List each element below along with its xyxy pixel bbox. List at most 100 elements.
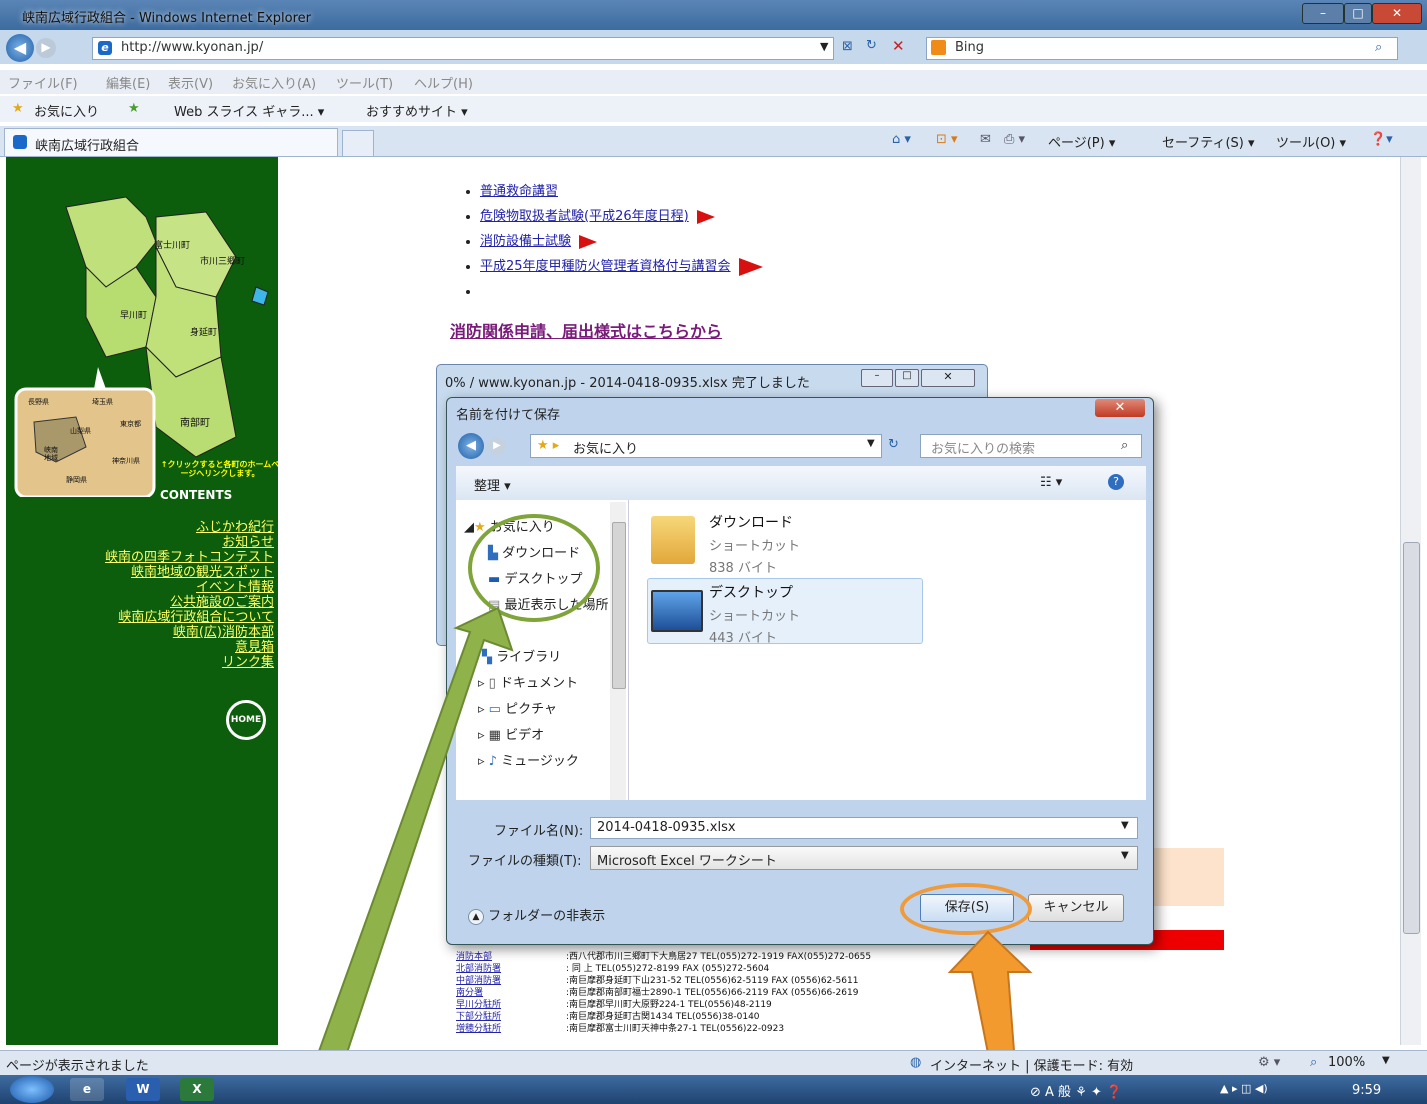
fire-forms-link[interactable]: 消防関係申請、届出様式はこちらから	[450, 318, 722, 342]
print-icon[interactable]: ⎙ ▾	[1004, 132, 1025, 147]
protected-mode-icon[interactable]: ⚙ ▾	[1258, 1055, 1280, 1070]
office-name[interactable]: 中部消防署	[456, 976, 566, 987]
maximize-button[interactable]: □	[1344, 3, 1372, 24]
menu-edit[interactable]: 編集(E)	[106, 73, 150, 92]
tray-icons[interactable]: ⊘ A 般 ⚘ ✦ ❓	[1030, 1081, 1122, 1100]
ime-indicator[interactable]: A 般	[1045, 1085, 1071, 1100]
path-dropdown-icon[interactable]: ▼	[867, 438, 875, 449]
dialog-refresh-icon[interactable]: ↻	[888, 437, 899, 452]
cancel-button[interactable]: キャンセル	[1028, 894, 1124, 922]
search-icon[interactable]: ⌕	[1375, 40, 1382, 55]
fav-suggested-sites[interactable]: おすすめサイト ▾	[366, 101, 468, 120]
scrollbar-thumb[interactable]	[1403, 542, 1420, 934]
sidebar-link-facilities[interactable]: 公共施設のご案内	[6, 595, 274, 610]
nav-libraries[interactable]: ▚ ライブラリ	[482, 646, 561, 665]
new-tab-button[interactable]	[342, 130, 374, 156]
filename-input[interactable]: 2014-0418-0935.xlsx ▼	[590, 817, 1138, 839]
link-fire-manager-course[interactable]: 平成25年度甲種防火管理者資格付与講習会	[480, 259, 731, 274]
search-box[interactable]: Bing ⌕	[926, 37, 1398, 60]
sidebar-link-about[interactable]: 峡南広域行政組合について	[6, 610, 274, 625]
home-button[interactable]: HOME	[226, 700, 266, 740]
window-title: 峡南広域行政組合 - Windows Internet Explorer	[22, 11, 311, 26]
mail-icon[interactable]: ✉	[980, 132, 991, 147]
search-icon[interactable]: ⌕	[1121, 438, 1128, 453]
office-name[interactable]: 北部消防署	[456, 964, 566, 975]
dialog-close-button[interactable]: ✕	[1095, 399, 1145, 417]
file-item-downloads[interactable]: ダウンロード ショートカット 838 バイト	[709, 512, 800, 576]
back-button[interactable]: ◀	[6, 34, 34, 62]
tools-menu[interactable]: ツール(O) ▾	[1276, 132, 1346, 151]
zone-text[interactable]: インターネット | 保護モード: 有効	[930, 1055, 1133, 1074]
address-dropdown-icon[interactable]: ▼	[820, 40, 828, 53]
sidebar-link-opinion-box[interactable]: 意見箱	[6, 640, 274, 655]
favorites-button[interactable]: お気に入り	[34, 101, 99, 120]
office-name[interactable]: 早川分駐所	[456, 1000, 566, 1011]
sidebar-link-news[interactable]: お知らせ	[6, 535, 274, 550]
link-cpr-course[interactable]: 普通救命講習	[480, 184, 558, 199]
zoom-dropdown-icon[interactable]: ▼	[1382, 1055, 1390, 1066]
compat-view-icon[interactable]: ⊠	[842, 39, 853, 54]
address-bar[interactable]: e http://www.kyonan.jp/	[92, 37, 834, 60]
office-name[interactable]: 消防本部	[456, 952, 566, 963]
stop-icon[interactable]: ✕	[892, 37, 905, 55]
list-item: 普通救命講習	[480, 180, 763, 199]
refresh-icon[interactable]: ↻	[866, 38, 877, 53]
zoom-level[interactable]: 100%	[1328, 1055, 1365, 1070]
sidebar-link-photo-contest[interactable]: 峡南の四季フォトコンテスト	[6, 550, 274, 565]
nav-pane-scroll-thumb[interactable]	[612, 522, 626, 689]
nav-videos[interactable]: ▹ ▦ ビデオ	[478, 724, 544, 743]
file-item-desktop[interactable]: デスクトップ ショートカット 443 バイト	[709, 582, 800, 646]
start-button[interactable]	[10, 1076, 54, 1103]
sidebar-link-fujikawa-kiko[interactable]: ふじかわ紀行	[6, 520, 274, 535]
add-favorite-icon[interactable]: ★	[128, 101, 140, 116]
dialog-path-bar[interactable]: ★ ▸ お気に入り ▼	[530, 434, 882, 458]
tray-more-icon[interactable]: ▲ ▸ ◫ ◀)	[1220, 1082, 1268, 1095]
menu-tools[interactable]: ツール(T)	[336, 73, 393, 92]
download-maximize-button[interactable]: □	[895, 369, 919, 387]
office-name[interactable]: 増穂分駐所	[456, 1024, 566, 1035]
taskbar-clock[interactable]: 9:59	[1352, 1083, 1381, 1098]
dialog-search-input[interactable]: お気に入りの検索 ⌕	[920, 434, 1142, 458]
download-close-button[interactable]: ✕	[921, 369, 975, 387]
link-hazmat-exam[interactable]: 危険物取扱者試験(平成26年度日程)	[480, 209, 689, 224]
nav-music[interactable]: ▹ ♪ ミュージック	[478, 750, 579, 769]
safety-menu[interactable]: セーフティ(S) ▾	[1162, 132, 1255, 151]
sidebar-link-tourist-spots[interactable]: 峡南地域の観光スポット	[6, 565, 274, 580]
download-minimize-button[interactable]: –	[861, 369, 893, 387]
nav-pane-scrollbar[interactable]	[610, 502, 626, 800]
fav-web-slice[interactable]: Web スライス ギャラ... ▾	[174, 101, 324, 120]
feeds-icon[interactable]: ⊡ ▾	[936, 132, 958, 147]
minimize-button[interactable]: –	[1302, 3, 1344, 24]
filetype-dropdown-icon[interactable]: ▼	[1121, 850, 1129, 861]
help-icon[interactable]: ?	[1108, 474, 1124, 490]
menu-view[interactable]: 表示(V)	[168, 73, 213, 92]
dialog-back-button[interactable]: ◀	[458, 433, 484, 459]
nav-pictures[interactable]: ▹ ▭ ピクチャ	[478, 698, 557, 717]
close-button[interactable]: ✕	[1372, 3, 1422, 24]
home-icon[interactable]: ⌂ ▾	[892, 132, 911, 147]
menu-help[interactable]: ヘルプ(H)	[414, 73, 473, 92]
page-menu[interactable]: ページ(P) ▾	[1048, 132, 1115, 151]
taskbar-ie-button[interactable]: e	[70, 1078, 104, 1101]
menu-file[interactable]: ファイル(F)	[8, 73, 78, 92]
link-fire-equipment-exam[interactable]: 消防設備士試験	[480, 234, 571, 249]
tab-active[interactable]: 峡南広域行政組合	[4, 128, 338, 156]
filetype-select[interactable]: Microsoft Excel ワークシート ▼	[590, 846, 1138, 870]
sidebar-link-fire-hq[interactable]: 峡南(広)消防本部	[6, 625, 274, 640]
taskbar-excel-button[interactable]: X	[180, 1078, 214, 1101]
filename-dropdown-icon[interactable]: ▼	[1121, 820, 1129, 831]
menu-favorites[interactable]: お気に入り(A)	[232, 73, 316, 92]
page-scrollbar[interactable]	[1400, 157, 1421, 1045]
sidebar-link-events[interactable]: イベント情報	[6, 580, 274, 595]
taskbar-word-button[interactable]: W	[126, 1078, 160, 1101]
view-options-icon[interactable]: ☷ ▾	[1040, 475, 1062, 490]
forward-button[interactable]: ▶	[36, 38, 56, 58]
organize-button[interactable]: 整理 ▾	[474, 475, 511, 494]
nav-documents[interactable]: ▹ ▯ ドキュメント	[478, 672, 578, 691]
office-name[interactable]: 下部分駐所	[456, 1012, 566, 1023]
hide-folders-toggle[interactable]: ▲ フォルダーの非表示	[468, 905, 605, 925]
dialog-forward-button[interactable]: ▶	[488, 437, 506, 455]
office-name[interactable]: 南分署	[456, 988, 566, 999]
sidebar-link-links[interactable]: リンク集	[6, 655, 274, 670]
help-icon[interactable]: ❓▾	[1370, 132, 1393, 147]
